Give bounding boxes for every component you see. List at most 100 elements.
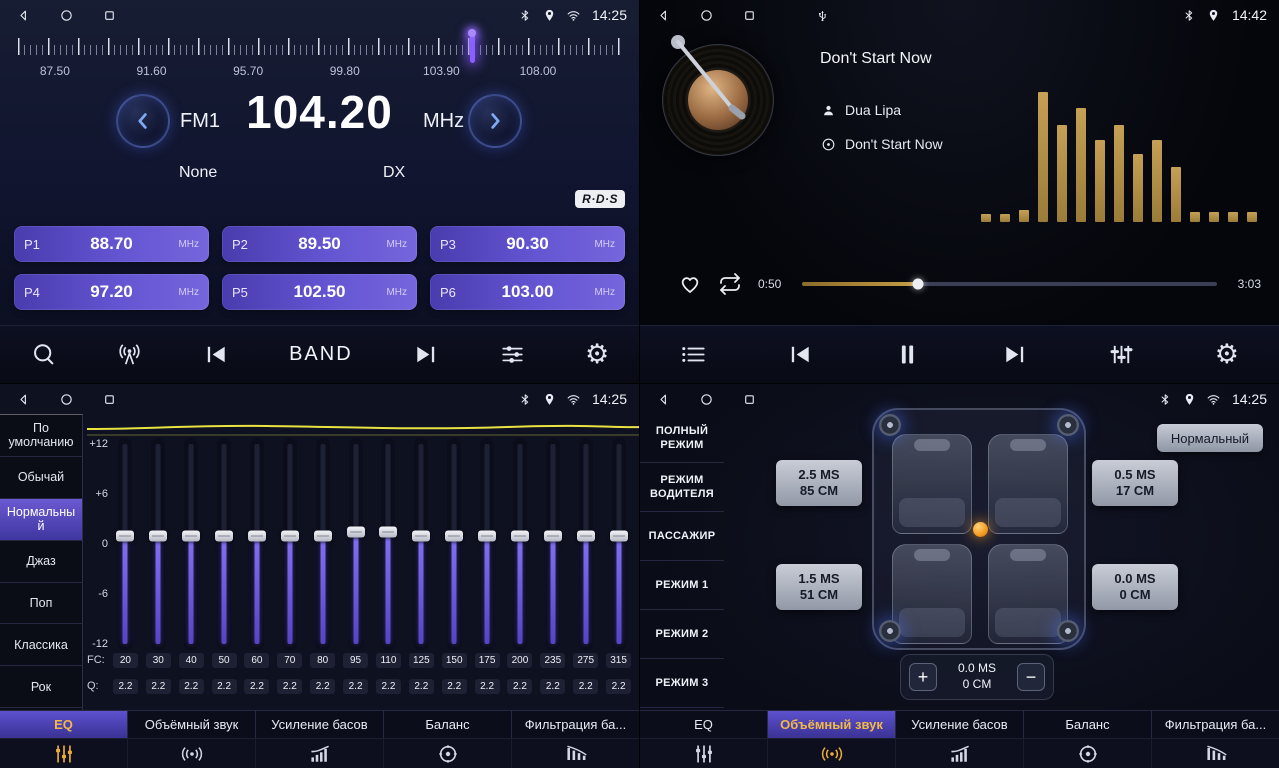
tab-balance[interactable]: Баланс — [1024, 711, 1152, 738]
preset-button-p5[interactable]: P5102.50MHz — [222, 274, 417, 310]
tune-up-button[interactable] — [468, 94, 522, 148]
pause-icon[interactable] — [894, 341, 921, 368]
settings-gear-icon[interactable]: ⚙ — [585, 341, 609, 368]
preset-button-p1[interactable]: P188.70MHz — [14, 226, 209, 262]
home-icon[interactable] — [699, 8, 714, 23]
eq-band-slider[interactable] — [339, 444, 372, 644]
next-icon[interactable] — [412, 341, 439, 368]
listening-mode-item[interactable]: РЕЖИМ 3 — [640, 659, 724, 708]
eq-band-knob[interactable] — [215, 531, 233, 542]
recents-icon[interactable] — [102, 8, 117, 23]
balance-icon[interactable] — [1024, 739, 1152, 768]
eq-band-slider[interactable] — [602, 444, 635, 644]
eq-band-slider[interactable] — [471, 444, 504, 644]
back-icon[interactable] — [656, 392, 671, 407]
eq-band-knob[interactable] — [182, 531, 200, 542]
eq-band-knob[interactable] — [610, 531, 628, 542]
listening-mode-item[interactable]: ПОЛНЫЙ РЕЖИМ — [640, 414, 724, 463]
eq-band-knob[interactable] — [478, 531, 496, 542]
tab-eq[interactable]: EQ — [0, 711, 128, 738]
frequency-ruler[interactable] — [18, 36, 623, 62]
delay-box-front-left[interactable]: 2.5 MS85 CM — [776, 460, 862, 506]
band-button[interactable]: BAND — [289, 343, 353, 366]
eq-band-knob[interactable] — [379, 527, 397, 538]
eq-band-slider[interactable] — [241, 444, 274, 644]
home-icon[interactable] — [699, 392, 714, 407]
home-icon[interactable] — [59, 8, 74, 23]
preset-button-p3[interactable]: P390.30MHz — [430, 226, 625, 262]
eq-band-knob[interactable] — [577, 531, 595, 542]
eq-icon[interactable] — [640, 739, 768, 768]
eq-band-slider[interactable] — [504, 444, 537, 644]
preset-button-p4[interactable]: P497.20MHz — [14, 274, 209, 310]
tab-bass-boost[interactable]: Усиление басов — [256, 711, 384, 738]
frequency-indicator[interactable] — [470, 33, 475, 63]
eq-band-knob[interactable] — [314, 531, 332, 542]
album-art[interactable] — [662, 44, 774, 156]
eq-band-knob[interactable] — [116, 531, 134, 542]
eq-band-knob[interactable] — [347, 527, 365, 538]
tab-eq[interactable]: EQ — [640, 711, 768, 738]
eq-preset-item[interactable]: По умолчанию — [0, 415, 82, 457]
speaker-front-right-icon[interactable] — [1057, 414, 1079, 436]
eq-band-knob[interactable] — [149, 531, 167, 542]
listening-position-dot[interactable] — [973, 522, 988, 537]
eq-band-knob[interactable] — [281, 531, 299, 542]
broadcast-antenna-icon[interactable] — [116, 341, 143, 368]
search-icon[interactable] — [30, 341, 57, 368]
repeat-icon[interactable] — [718, 272, 742, 296]
recents-icon[interactable] — [742, 8, 757, 23]
speaker-rear-right-icon[interactable] — [1057, 620, 1079, 642]
recents-icon[interactable] — [742, 392, 757, 407]
seek-bar-knob[interactable] — [913, 279, 924, 290]
eq-band-slider[interactable] — [438, 444, 471, 644]
tab-surround[interactable]: Объёмный звук — [128, 711, 256, 738]
listening-mode-item[interactable]: ПАССАЖИР — [640, 512, 724, 561]
decrease-delay-button[interactable]: − — [1017, 663, 1045, 691]
eq-preset-item[interactable]: Поп — [0, 583, 82, 625]
eq-band-knob[interactable] — [412, 531, 430, 542]
back-icon[interactable] — [16, 8, 31, 23]
tab-filter[interactable]: Фильтрация ба... — [512, 711, 639, 738]
next-track-icon[interactable] — [1001, 341, 1028, 368]
tab-balance[interactable]: Баланс — [384, 711, 512, 738]
back-icon[interactable] — [656, 8, 671, 23]
tab-filter[interactable]: Фильтрация ба... — [1152, 711, 1279, 738]
eq-icon[interactable] — [0, 739, 128, 768]
balance-icon[interactable] — [384, 739, 512, 768]
eq-band-slider[interactable] — [109, 444, 142, 644]
eq-preset-item[interactable]: Рок — [0, 666, 82, 708]
tab-bass-boost[interactable]: Усиление басов — [896, 711, 1024, 738]
settings-gear-icon[interactable]: ⚙ — [1215, 341, 1239, 368]
speaker-front-left-icon[interactable] — [879, 414, 901, 436]
listening-mode-item[interactable]: РЕЖИМ 2 — [640, 610, 724, 659]
listening-mode-item[interactable]: РЕЖИМ ВОДИТЕЛЯ — [640, 463, 724, 512]
eq-preset-item[interactable]: Классика — [0, 624, 82, 666]
eq-band-slider[interactable] — [273, 444, 306, 644]
eq-preset-item[interactable]: Джаз — [0, 541, 82, 583]
back-icon[interactable] — [16, 392, 31, 407]
eq-sliders-icon[interactable] — [499, 341, 526, 368]
preset-button-p6[interactable]: P6103.00MHz — [430, 274, 625, 310]
home-icon[interactable] — [59, 392, 74, 407]
speaker-rear-left-icon[interactable] — [879, 620, 901, 642]
filter-icon[interactable] — [1152, 739, 1279, 768]
eq-band-knob[interactable] — [248, 531, 266, 542]
bass-boost-icon[interactable] — [256, 739, 384, 768]
eq-band-knob[interactable] — [445, 531, 463, 542]
eq-band-slider[interactable] — [175, 444, 208, 644]
recents-icon[interactable] — [102, 392, 117, 407]
mixer-icon[interactable] — [1108, 341, 1135, 368]
eq-band-knob[interactable] — [544, 531, 562, 542]
filter-icon[interactable] — [512, 739, 639, 768]
tab-surround[interactable]: Объёмный звук — [768, 711, 896, 738]
favorite-heart-icon[interactable] — [678, 272, 702, 296]
previous-track-icon[interactable] — [787, 341, 814, 368]
increase-delay-button[interactable]: + — [909, 663, 937, 691]
eq-preset-item[interactable]: Обычай — [0, 457, 82, 499]
surround-icon[interactable] — [128, 739, 256, 768]
eq-band-slider[interactable] — [536, 444, 569, 644]
eq-band-slider[interactable] — [405, 444, 438, 644]
eq-band-slider[interactable] — [372, 444, 405, 644]
sound-preset-button[interactable]: Нормальный — [1157, 424, 1263, 452]
